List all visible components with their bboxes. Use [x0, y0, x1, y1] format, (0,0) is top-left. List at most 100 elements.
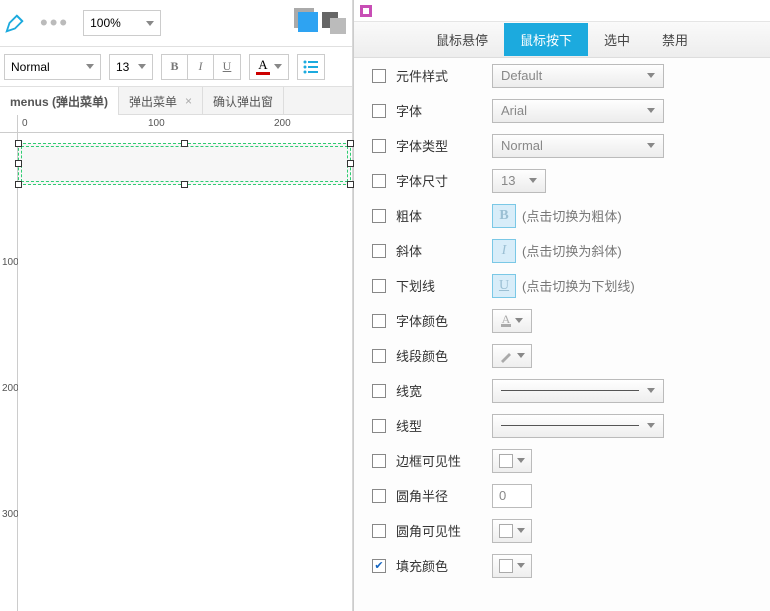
line-color-picker[interactable] [492, 344, 532, 368]
caret-down-icon [517, 563, 525, 568]
main-toolbar: ••• 100% [0, 0, 352, 47]
underline-toggle[interactable]: U [492, 274, 516, 298]
prop-font-color: 字体颜色 A [354, 303, 770, 338]
font-weight-value: Normal [11, 60, 50, 74]
selection-inner-border [21, 146, 348, 182]
font-type-select[interactable]: Normal [492, 134, 664, 158]
prop-bold: 粗体 B (点击切换为粗体) [354, 198, 770, 233]
caret-down-icon [529, 178, 537, 183]
resize-handle-bl[interactable] [15, 181, 22, 188]
resize-handle-br[interactable] [347, 181, 354, 188]
text-color-button[interactable]: A [249, 54, 289, 80]
bold-toggle[interactable]: B [492, 204, 516, 228]
font-size-select[interactable]: 13 [492, 169, 546, 193]
horizontal-ruler: 0 100 200 [18, 115, 352, 133]
font-size-select[interactable]: 13 [109, 54, 153, 80]
italic-button[interactable]: I [188, 55, 214, 79]
prop-label: 字体尺寸 [396, 171, 492, 190]
corner-visibility-select[interactable] [492, 519, 532, 543]
state-tab-disabled[interactable]: 禁用 [646, 23, 704, 56]
state-tab-hover[interactable]: 鼠标悬停 [420, 23, 504, 56]
italic-toggle[interactable]: I [492, 239, 516, 263]
state-tab-selected[interactable]: 选中 [588, 23, 646, 56]
prop-label: 填充颜色 [396, 556, 492, 575]
ruler-tick: 200 [2, 383, 19, 394]
bold-button[interactable]: B [162, 55, 188, 79]
prop-checkbox[interactable] [372, 524, 386, 538]
widget-style-select[interactable]: Default [492, 64, 664, 88]
pen-tool-icon[interactable] [4, 12, 26, 34]
prop-checkbox[interactable] [372, 314, 386, 328]
close-icon[interactable]: × [185, 94, 192, 108]
prop-checkbox[interactable] [372, 454, 386, 468]
prop-checkbox[interactable] [372, 489, 386, 503]
text-style-group: B I U [161, 54, 241, 80]
prop-label: 线宽 [396, 381, 492, 400]
caret-down-icon [138, 64, 146, 69]
caret-down-icon [146, 21, 154, 26]
fill-swatches [294, 12, 348, 34]
prop-checkbox[interactable] [372, 69, 386, 83]
line-width-select[interactable] [492, 379, 664, 403]
border-visibility-select[interactable] [492, 449, 532, 473]
prop-checkbox[interactable] [372, 244, 386, 258]
caret-down-icon [647, 388, 655, 393]
prop-checkbox[interactable] [372, 139, 386, 153]
tab-confirm-popup[interactable]: 确认弹出窗 [203, 87, 284, 115]
resize-handle-tl[interactable] [15, 140, 22, 147]
more-tools-icon[interactable]: ••• [34, 10, 75, 36]
ruler-tick: 300 [2, 509, 19, 520]
prop-line-style: 线型 [354, 408, 770, 443]
prop-checkbox[interactable] [372, 104, 386, 118]
underline-button[interactable]: U [214, 55, 240, 79]
font-select[interactable]: Arial [492, 99, 664, 123]
caret-down-icon [274, 64, 282, 69]
prop-checkbox[interactable] [372, 559, 386, 573]
prop-checkbox[interactable] [372, 174, 386, 188]
bullet-list-button[interactable] [297, 54, 325, 80]
prop-checkbox[interactable] [372, 279, 386, 293]
prop-hint: (点击切换为斜体) [522, 241, 622, 260]
canvas-area[interactable]: 0 100 200 100 200 300 [0, 115, 352, 611]
tab-label: 确认弹出窗 [213, 93, 273, 110]
prop-checkbox[interactable] [372, 419, 386, 433]
resize-handle-tm[interactable] [181, 140, 188, 147]
prop-label: 字体颜色 [396, 311, 492, 330]
arrange-icon[interactable] [322, 12, 348, 34]
tab-menus[interactable]: menus (弹出菜单) [0, 87, 119, 115]
prop-hint: (点击切换为粗体) [522, 206, 622, 225]
prop-checkbox[interactable] [372, 384, 386, 398]
vertical-ruler: 100 200 300 [0, 133, 18, 611]
prop-label: 圆角半径 [396, 486, 492, 505]
text-color-glyph: A [256, 58, 269, 75]
interaction-state-tabs: 鼠标悬停 鼠标按下 选中 禁用 [354, 22, 770, 58]
ruler-corner [0, 115, 18, 133]
font-color-picker[interactable]: A [492, 309, 532, 333]
resize-handle-tr[interactable] [347, 140, 354, 147]
prop-label: 粗体 [396, 206, 492, 225]
document-tabs: menus (弹出菜单) 弹出菜单 × 确认弹出窗 [0, 87, 352, 115]
resize-handle-mr[interactable] [347, 160, 354, 167]
prop-checkbox[interactable] [372, 209, 386, 223]
prop-corner-radius: 圆角半径 0 [354, 478, 770, 513]
caret-down-icon [86, 64, 94, 69]
tab-label: 弹出菜单 [129, 93, 177, 110]
prop-font: 字体 Arial [354, 93, 770, 128]
prop-label: 字体类型 [396, 136, 492, 155]
prop-widget-style: 元件样式 Default [354, 58, 770, 93]
panel-header [354, 0, 770, 22]
foreground-swatch[interactable] [298, 12, 318, 32]
corner-radius-input[interactable]: 0 [492, 484, 532, 508]
tab-popup-menu[interactable]: 弹出菜单 × [119, 87, 203, 115]
zoom-select[interactable]: 100% [83, 10, 161, 36]
canvas-stage[interactable] [18, 133, 352, 611]
resize-handle-bm[interactable] [181, 181, 188, 188]
prop-label: 圆角可见性 [396, 521, 492, 540]
fill-color-picker[interactable] [492, 554, 532, 578]
state-tab-pressed[interactable]: 鼠标按下 [504, 23, 588, 56]
prop-checkbox[interactable] [372, 349, 386, 363]
selected-widget[interactable] [18, 143, 351, 185]
line-style-select[interactable] [492, 414, 664, 438]
font-weight-select[interactable]: Normal [4, 54, 101, 80]
resize-handle-ml[interactable] [15, 160, 22, 167]
